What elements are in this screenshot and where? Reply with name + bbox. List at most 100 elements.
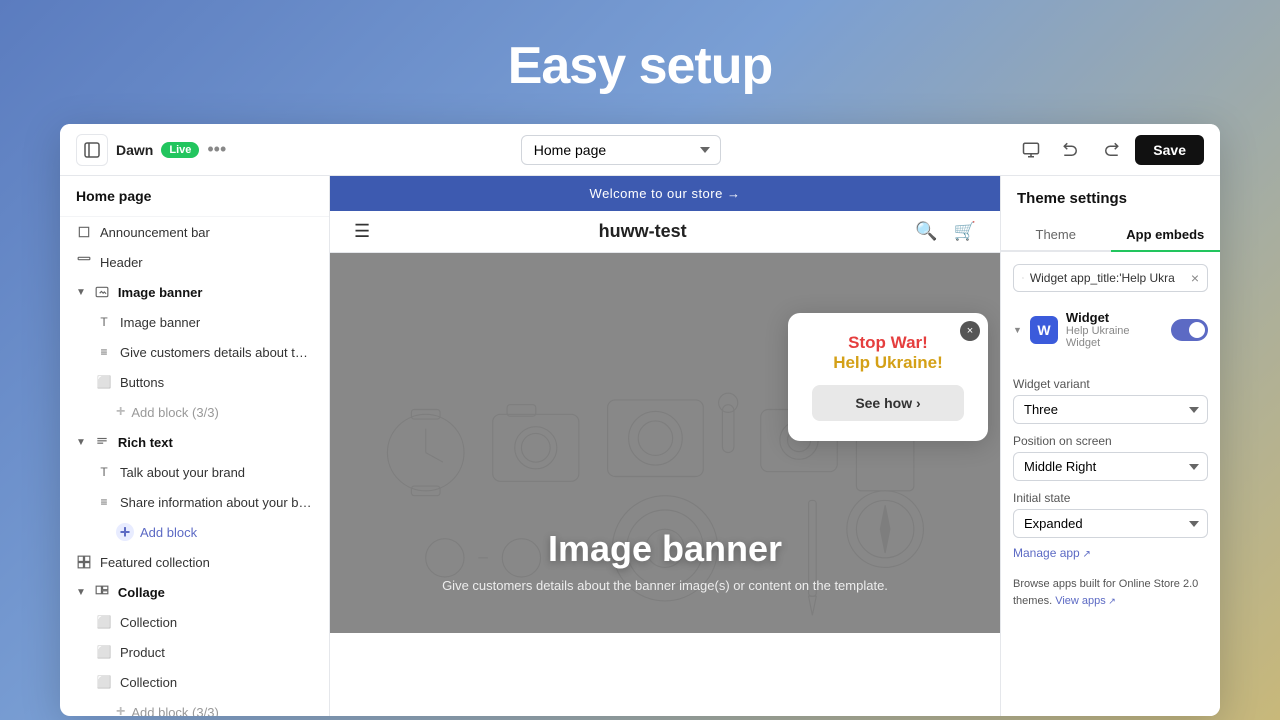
search-icon [1022,272,1024,284]
collage-icon [94,584,110,600]
sidebar-item-image-banner[interactable]: ▼ Image banner [60,277,329,307]
widget-expand-icon[interactable]: ▼ [1013,325,1022,335]
sidebar-item-brand[interactable]: T Talk about your brand [60,457,329,487]
top-bar-right: Save [1015,134,1204,166]
right-panel-header: Theme settings [1001,176,1220,207]
sidebar-item-featured-collection[interactable]: Featured collection [60,547,329,577]
collage-item-icon: ⬜ [96,674,112,690]
sidebar-label: Featured collection [100,555,210,570]
search-nav-icon[interactable]: 🔍 [915,221,937,242]
widget-variant-select[interactable]: OneTwoThreeFour [1013,395,1208,424]
main-content: Home page Announcement bar Header ▼ [60,176,1220,716]
sidebar-item-buttons[interactable]: ⬜ Buttons [60,367,329,397]
more-options-button[interactable]: ••• [207,139,226,160]
sidebar-label: Share information about your b… [120,495,312,510]
position-on-screen-label: Position on screen [1013,434,1208,448]
desktop-view-button[interactable] [1015,134,1047,166]
right-panel-search: × [1013,264,1208,292]
tab-app-embeds[interactable]: App embeds [1111,219,1221,252]
sidebar-item-share[interactable]: ≡ Share information about your b… [60,487,329,517]
widget-toggle[interactable] [1171,319,1208,341]
collage-item-icon: ⬜ [96,644,112,660]
add-block-label: Add block (3/3) [131,405,218,420]
plus-icon: + [116,403,125,421]
sidebar-header: Home page [60,176,329,217]
top-bar-center: Home page About Contact [238,135,1003,165]
widget-sub: Help Ukraine Widget [1066,325,1163,349]
collapse-arrow-icon: ▼ [76,287,86,298]
sidebar-label: Image banner [120,315,200,330]
sidebar-item-collage[interactable]: ▼ Collage [60,577,329,607]
text-icon: T [96,464,112,480]
hero-title: Easy setup [508,0,773,124]
text-icon: T [96,314,112,330]
store-back-icon[interactable] [76,134,108,166]
sidebar-label: Header [100,255,143,270]
view-apps-link[interactable]: View apps [1055,595,1116,607]
sidebar-item-header[interactable]: Header [60,247,329,277]
store-name: Dawn [116,142,153,158]
announcement-icon [76,224,92,240]
add-block-collage[interactable]: + Add block (3/3) [60,697,329,716]
widget-row: ▼ W Widget Help Ukraine Widget [1013,304,1208,355]
position-on-screen-select[interactable]: Top LeftTop RightMiddle LeftMiddle Right… [1013,452,1208,481]
widget-popup: × Stop War! Help Ukraine! See how › [788,313,988,441]
sidebar-label: Collection [120,615,177,630]
collage-item-icon: ⬜ [96,614,112,630]
right-panel: Theme settings Theme App embeds × ▼ W Wi… [1000,176,1220,716]
search-input[interactable] [1030,271,1185,285]
nav-store-name: huww-test [370,221,915,242]
tab-theme[interactable]: Theme [1001,219,1111,252]
widget-close-button[interactable]: × [960,321,980,341]
redo-button[interactable] [1095,134,1127,166]
list-icon: ≡ [96,494,112,510]
sidebar-item-rich-text[interactable]: ▼ Rich text [60,427,329,457]
banner-text-overlay: Image banner Give customers details abou… [442,528,888,593]
add-block-image-banner[interactable]: + Add block (3/3) [60,397,329,427]
browse-text: Browse apps built for Online Store 2.0 t… [1001,568,1220,617]
widget-name: Widget [1066,310,1163,325]
sidebar: Home page Announcement bar Header ▼ [60,176,330,716]
add-block-rich-text[interactable]: + Add block [60,517,329,547]
store-nav: ☰ huww-test 🔍 🛒 [330,211,1000,253]
list-icon: ≡ [96,344,112,360]
sidebar-label: Collage [118,585,165,600]
undo-button[interactable] [1055,134,1087,166]
sidebar-label: Talk about your brand [120,465,245,480]
initial-state-label: Initial state [1013,491,1208,505]
sidebar-label: Give customers details about t… [120,345,308,360]
preview-inner: Welcome to our store → ☰ huww-test 🔍 🛒 [330,176,1000,716]
sidebar-item-collection-2[interactable]: ⬜ Collection [60,667,329,697]
page-selector[interactable]: Home page About Contact [521,135,721,165]
widget-variant-label: Widget variant [1013,377,1208,391]
widget-popup-subtitle: Help Ukraine! [812,353,964,373]
hamburger-icon[interactable]: ☰ [354,221,370,242]
rich-text-icon [94,434,110,450]
collapse-arrow-icon: ▼ [76,437,86,448]
top-bar-left: Dawn Live ••• [76,134,226,166]
sidebar-label: Announcement bar [100,225,210,240]
widget-see-how-button[interactable]: See how › [812,385,964,421]
sidebar-item-image-banner-desc[interactable]: ≡ Give customers details about t… [60,337,329,367]
add-block-label: Add block [140,525,197,540]
plus-icon: + [116,703,125,716]
right-panel-tabs: Theme App embeds [1001,219,1220,252]
sidebar-item-announcement[interactable]: Announcement bar [60,217,329,247]
announcement-bar: Welcome to our store → [330,176,1000,211]
header-icon [76,254,92,270]
sidebar-label: Collection [120,675,177,690]
add-block-label: Add block (3/3) [131,705,218,717]
save-button[interactable]: Save [1135,135,1204,165]
initial-state-select[interactable]: CollapsedExpanded [1013,509,1208,538]
preview-area: Welcome to our store → ☰ huww-test 🔍 🛒 [330,176,1000,716]
search-clear-button[interactable]: × [1191,270,1199,286]
sidebar-label: Rich text [118,435,173,450]
manage-app-link[interactable]: Manage app [1013,546,1208,560]
sidebar-item-collection-1[interactable]: ⬜ Collection [60,607,329,637]
cart-nav-icon[interactable]: 🛒 [954,221,976,242]
button-icon: ⬜ [96,374,112,390]
sidebar-item-product[interactable]: ⬜ Product [60,637,329,667]
sidebar-item-image-banner-block[interactable]: T Image banner [60,307,329,337]
sidebar-label: Product [120,645,165,660]
nav-icons: 🔍 🛒 [915,221,976,242]
